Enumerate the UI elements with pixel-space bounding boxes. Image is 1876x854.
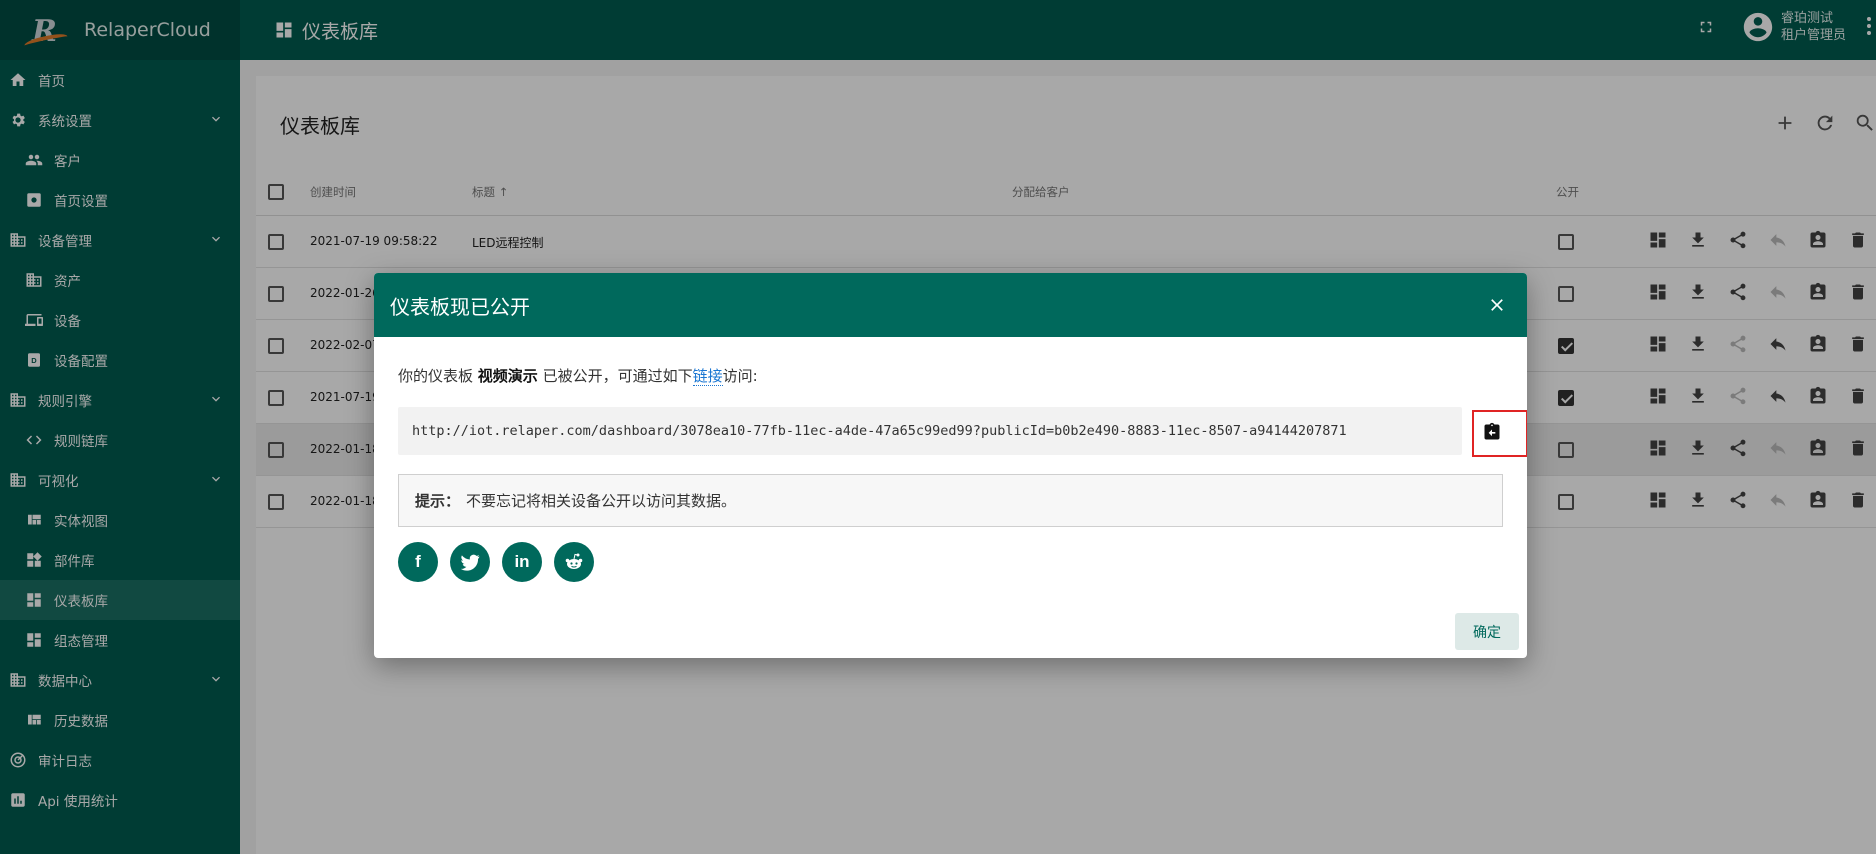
- link-text: 链接: [692, 367, 723, 386]
- public-url[interactable]: http://iot.relaper.com/dashboard/3078ea1…: [398, 407, 1462, 455]
- ok-button[interactable]: 确定: [1455, 613, 1519, 650]
- facebook-icon[interactable]: f: [398, 542, 438, 582]
- dashboard-name: 视频演示: [477, 367, 538, 385]
- dialog-header: 仪表板现已公开: [374, 273, 1527, 337]
- reddit-icon[interactable]: [554, 542, 594, 582]
- linkedin-icon[interactable]: in: [502, 542, 542, 582]
- hint-box: 提示： 不要忘记将相关设备公开以访问其数据。: [398, 474, 1503, 527]
- share-dialog: 仪表板现已公开 你的仪表板 视频演示 已被公开，可通过如下链接访问: http:…: [374, 273, 1527, 658]
- social-share: f in: [398, 542, 594, 582]
- hint-text: 不要忘记将相关设备公开以访问其数据。: [466, 492, 737, 510]
- dialog-title: 仪表板现已公开: [390, 294, 530, 319]
- copy-button[interactable]: [1472, 410, 1527, 457]
- close-icon[interactable]: [1485, 293, 1509, 317]
- twitter-icon[interactable]: [450, 542, 490, 582]
- copy-clipboard-icon: [1482, 422, 1502, 446]
- hint-label: 提示：: [415, 492, 461, 510]
- dialog-message: 你的仪表板 视频演示 已被公开，可通过如下链接访问:: [398, 367, 758, 386]
